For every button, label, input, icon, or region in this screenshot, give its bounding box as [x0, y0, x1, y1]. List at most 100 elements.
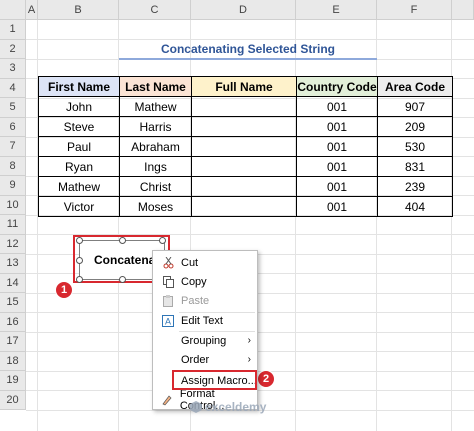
table-row: Mathew Christ 001 239 [38, 176, 453, 197]
table-cell[interactable]: 831 [377, 156, 453, 177]
table-cell[interactable]: Christ [119, 176, 192, 197]
row-label: 14 [6, 276, 19, 289]
exceldemy-watermark: exceldemy [190, 398, 290, 416]
table-cell[interactable]: Ings [119, 156, 192, 177]
row-header-17[interactable]: 17 [0, 332, 26, 352]
table-cell[interactable]: Ryan [38, 156, 120, 177]
column-header-a[interactable]: A [26, 0, 38, 20]
row-header-3[interactable]: 3 [0, 59, 26, 79]
menu-label: Copy [181, 275, 207, 288]
row-header-7[interactable]: 7 [0, 137, 26, 157]
table-cell[interactable] [191, 196, 297, 217]
row-label: 17 [6, 335, 19, 348]
row-header-12[interactable]: 12 [0, 234, 26, 254]
row-label: 3 [9, 62, 16, 75]
row-label: 2 [9, 42, 16, 55]
column-label: E [332, 3, 340, 16]
resize-handle-bm[interactable] [119, 276, 126, 283]
row-header-14[interactable]: 14 [0, 273, 26, 293]
column-label: D [239, 3, 247, 16]
row-label: 4 [9, 81, 16, 94]
row-label: 12 [6, 237, 19, 250]
table-cell[interactable]: Abraham [119, 136, 192, 157]
resize-handle-tr[interactable] [159, 237, 166, 244]
row-header-13[interactable]: 13 [0, 254, 26, 274]
table-cell[interactable]: 239 [377, 176, 453, 197]
menu-label: Grouping [181, 334, 227, 347]
row-header-4[interactable]: 4 [0, 78, 26, 98]
menu-item-order[interactable]: Order › [153, 350, 257, 369]
row-header-20[interactable]: 20 [0, 390, 26, 410]
table-cell[interactable] [191, 96, 297, 117]
table-cell[interactable]: 530 [377, 136, 453, 157]
chevron-right-icon: › [247, 335, 251, 346]
row-header-16[interactable]: 16 [0, 312, 26, 332]
table-cell[interactable]: 209 [377, 116, 453, 137]
column-header-f[interactable]: F [377, 0, 452, 20]
row-label: 10 [6, 198, 19, 211]
row-header-6[interactable]: 6 [0, 117, 26, 137]
row-header-19[interactable]: 19 [0, 371, 26, 391]
table-cell[interactable] [191, 116, 297, 137]
header-first-name[interactable]: First Name [38, 76, 120, 97]
table-cell[interactable] [191, 156, 297, 177]
row-header-15[interactable]: 15 [0, 293, 26, 313]
menu-item-cut[interactable]: Cut [153, 253, 257, 272]
menu-label: Paste [181, 294, 210, 307]
table-cell[interactable]: 001 [296, 116, 378, 137]
column-label: B [74, 3, 82, 16]
row-header-1[interactable]: 1 [0, 20, 26, 40]
table-cell[interactable]: Mathew [119, 96, 192, 117]
table-cell[interactable]: 001 [296, 196, 378, 217]
table-cell[interactable]: 907 [377, 96, 453, 117]
column-header-d[interactable]: D [191, 0, 296, 20]
menu-item-grouping[interactable]: Grouping › [153, 331, 257, 350]
table-cell[interactable]: Moses [119, 196, 192, 217]
row-label: 5 [9, 101, 16, 114]
header-full-name[interactable]: Full Name [191, 76, 297, 97]
row-label: 15 [6, 296, 19, 309]
row-header-11[interactable]: 11 [0, 215, 26, 235]
table-cell[interactable]: John [38, 96, 120, 117]
row-header-2[interactable]: 2 [0, 39, 26, 59]
menu-label: Edit Text [181, 314, 223, 327]
table-cell[interactable]: Victor [38, 196, 120, 217]
table-cell[interactable] [191, 136, 297, 157]
row-header-8[interactable]: 8 [0, 156, 26, 176]
row-label: 7 [9, 140, 16, 153]
exceldemy-logo-icon [190, 401, 202, 413]
table-cell[interactable]: Harris [119, 116, 192, 137]
table-cell[interactable] [191, 176, 297, 197]
table-cell[interactable]: 001 [296, 156, 378, 177]
resize-handle-tm[interactable] [119, 237, 126, 244]
resize-handle-bl[interactable] [76, 276, 83, 283]
resize-handle-tl[interactable] [76, 237, 83, 244]
scissors-icon [159, 256, 177, 269]
menu-item-paste[interactable]: Paste [153, 291, 257, 310]
select-all-corner[interactable] [0, 0, 26, 20]
column-header-e[interactable]: E [296, 0, 377, 20]
menu-item-edit-text[interactable]: A Edit Text [153, 311, 257, 330]
table-cell[interactable]: 001 [296, 96, 378, 117]
column-header-g[interactable] [452, 0, 474, 20]
title-text: Concatenating Selected String [160, 41, 336, 56]
row-header-5[interactable]: 5 [0, 98, 26, 118]
table-cell[interactable]: Mathew [38, 176, 120, 197]
header-area-code[interactable]: Area Code [377, 76, 453, 97]
table-cell[interactable]: Steve [38, 116, 120, 137]
column-header-c[interactable]: C [119, 0, 191, 20]
table-cell[interactable]: Paul [38, 136, 120, 157]
header-country-code[interactable]: Country Code [296, 76, 378, 97]
menu-label: Order [181, 353, 210, 366]
row-header-9[interactable]: 9 [0, 176, 26, 196]
table-cell[interactable]: 001 [296, 136, 378, 157]
row-header-18[interactable]: 18 [0, 351, 26, 371]
table-cell[interactable]: 404 [377, 196, 453, 217]
menu-item-copy[interactable]: Copy [153, 272, 257, 291]
column-header-b[interactable]: B [38, 0, 119, 20]
table-row: Steve Harris 001 209 [38, 116, 453, 137]
table-cell[interactable]: 001 [296, 176, 378, 197]
row-header-10[interactable]: 10 [0, 195, 26, 215]
resize-handle-ml[interactable] [76, 257, 83, 264]
header-last-name[interactable]: Last Name [119, 76, 192, 97]
